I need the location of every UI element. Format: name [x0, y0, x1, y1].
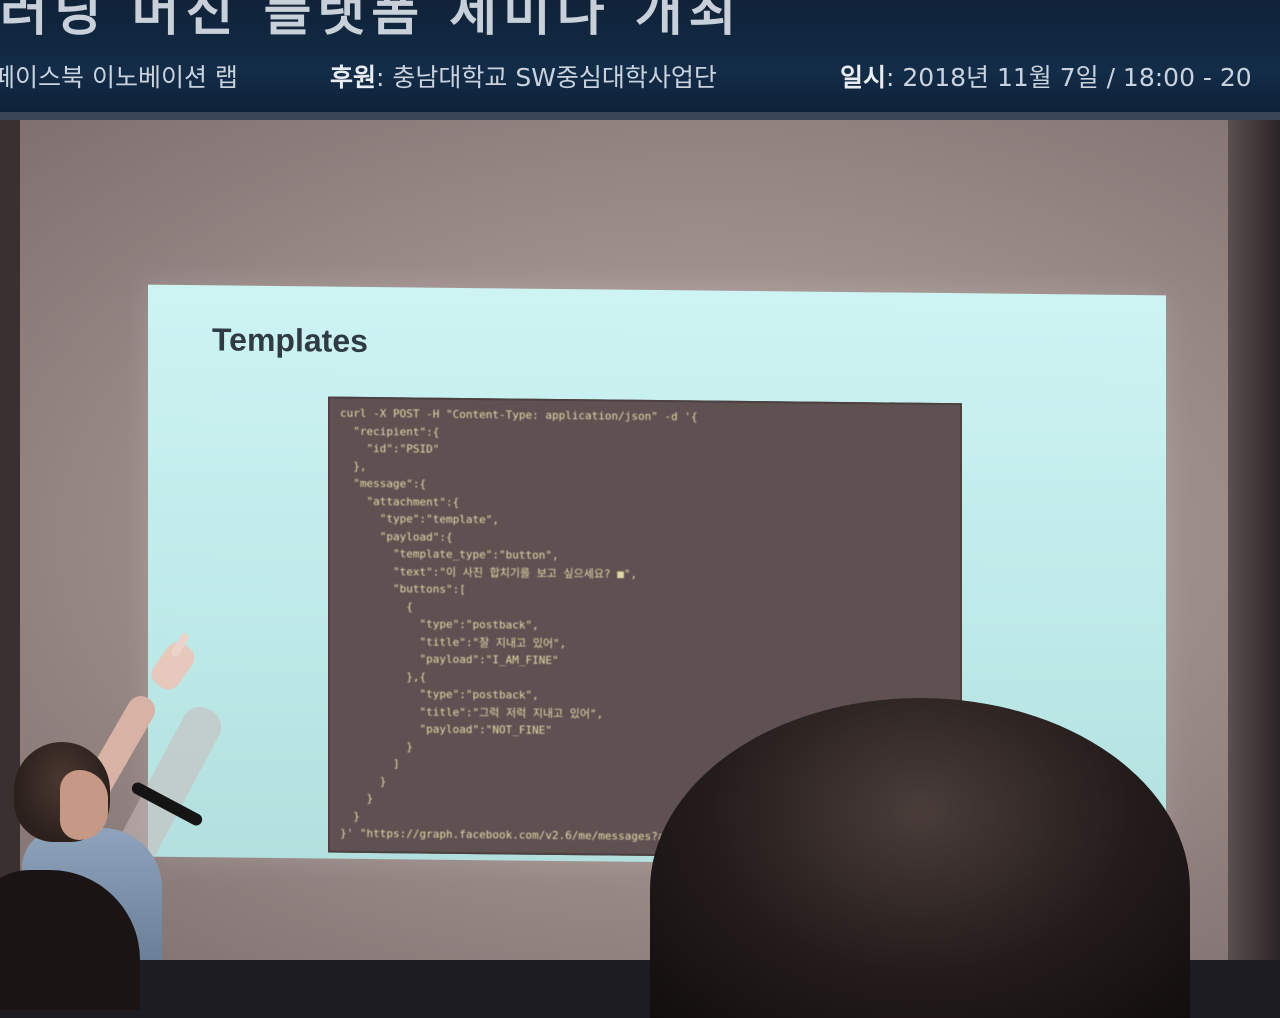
date-value: : 2018년 11월 7일 / 18:00 - 20 [886, 63, 1252, 92]
date-label: 일시 [840, 63, 887, 92]
banner-date: 일시: 2018년 11월 7일 / 18:00 - 20 [840, 58, 1252, 94]
sponsor-value: : 충남대학교 SW중심대학사업단 [376, 63, 717, 92]
event-banner: 러닝 머신 플랫폼 세미나 개최 페이스북 이노베이션 랩 후원: 충남대학교 … [0, 0, 1280, 118]
banner-title: 러닝 머신 플랫폼 세미나 개최 [0, 0, 743, 43]
sponsor-label: 후원 [330, 63, 377, 92]
slide-title: Templates [212, 321, 368, 359]
banner-host: 페이스북 이노베이션 랩 [0, 63, 238, 92]
wall-right [1228, 120, 1280, 960]
banner-sponsor: 후원: 충남대학교 SW중심대학사업단 [330, 58, 717, 94]
banner-edge [0, 112, 1280, 120]
wall-left [0, 120, 20, 960]
presenter-face [60, 770, 108, 840]
